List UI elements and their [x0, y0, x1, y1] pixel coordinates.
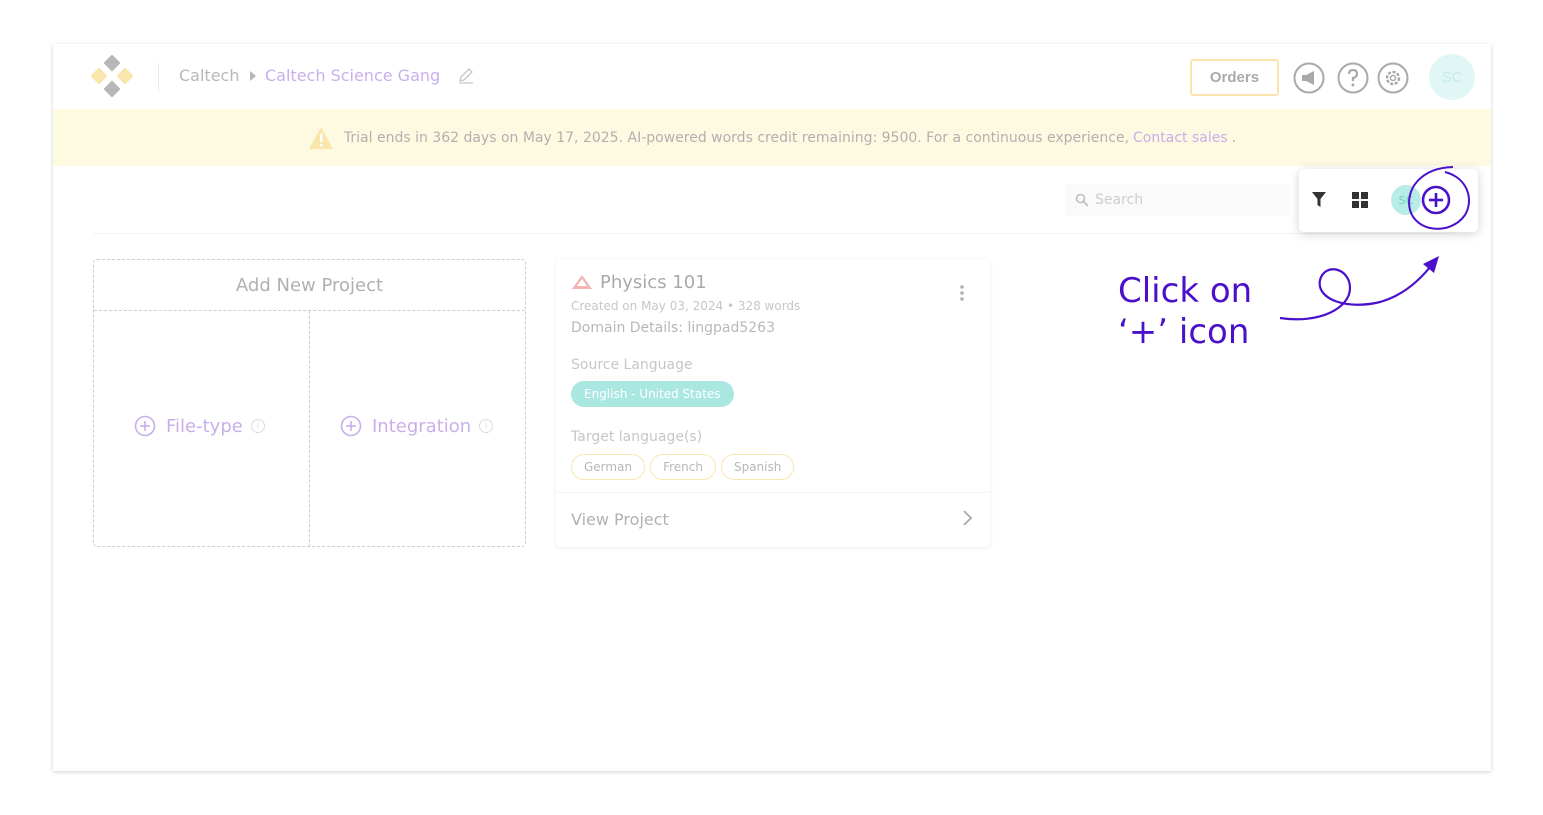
annotation-line-1: Click on	[1118, 271, 1253, 311]
warning-icon	[308, 126, 333, 149]
add-new-project-card: Add New Project File-type i Integration …	[93, 259, 526, 547]
user-avatar[interactable]: SC	[1429, 54, 1475, 100]
breadcrumb-org[interactable]: Caltech	[179, 65, 239, 87]
header-divider	[158, 63, 159, 91]
trial-message-suffix: .	[1231, 129, 1237, 146]
page: Caltech Caltech Science Gang Orders SC T…	[0, 0, 1543, 815]
target-language-list: German French Spanish	[571, 454, 799, 480]
file-type-label: File-type	[166, 415, 243, 437]
grid-view-icon[interactable]	[1352, 192, 1368, 208]
trial-message: Trial ends in 362 days on May 17, 2025. …	[343, 129, 1130, 146]
search-icon	[1075, 193, 1089, 207]
add-project-plus-icon[interactable]	[1420, 184, 1452, 216]
trial-banner: Trial ends in 362 days on May 17, 2025. …	[53, 109, 1491, 166]
target-language-chip: French	[650, 454, 716, 480]
edit-pencil-icon[interactable]	[457, 66, 475, 84]
project-domain: Domain Details: lingpad5263	[571, 320, 775, 336]
search-placeholder: Search	[1095, 192, 1144, 208]
team-avatar[interactable]: SC	[1391, 185, 1421, 215]
annotation-callout: Click on ‘+’ icon	[1118, 271, 1318, 353]
toolbar-divider	[93, 233, 1453, 234]
megaphone-icon[interactable]	[1293, 62, 1325, 94]
info-icon[interactable]: i	[250, 419, 265, 433]
project-title[interactable]: Physics 101	[600, 272, 707, 293]
info-icon[interactable]: i	[479, 419, 494, 433]
integration-label: Integration	[372, 415, 472, 437]
add-file-type-button[interactable]: File-type i	[134, 415, 265, 437]
add-card-divider	[309, 311, 310, 547]
top-header: Caltech Caltech Science Gang Orders SC	[53, 44, 1491, 109]
view-project-row[interactable]: View Project	[556, 492, 990, 547]
orders-button[interactable]: Orders	[1190, 59, 1279, 96]
chevron-right-icon[interactable]	[961, 509, 973, 527]
target-language-chip: Spanish	[720, 454, 795, 480]
annotation-line-2: ‘+’ icon	[1118, 312, 1250, 352]
target-language-chip: German	[571, 454, 646, 480]
filter-icon[interactable]	[1311, 191, 1327, 209]
target-language-label: Target language(s)	[571, 429, 703, 445]
toolbar-popup: SC	[1299, 169, 1478, 232]
add-new-project-title: Add New Project	[94, 260, 525, 311]
source-language-label: Source Language	[571, 357, 693, 373]
project-meta: Created on May 03, 2024 • 328 words	[571, 299, 801, 313]
breadcrumb-team[interactable]: Caltech Science Gang	[265, 65, 440, 87]
add-integration-button[interactable]: Integration i	[340, 415, 494, 437]
search-input[interactable]: Search	[1065, 184, 1290, 216]
source-language-chip: English - United States	[571, 381, 734, 407]
more-options-icon[interactable]	[959, 284, 965, 302]
contact-sales-link[interactable]: Contact sales	[1133, 130, 1228, 146]
help-icon[interactable]	[1337, 62, 1369, 94]
plus-circle-icon	[134, 415, 156, 437]
settings-gear-icon[interactable]	[1377, 62, 1409, 94]
project-card[interactable]: Physics 101 Created on May 03, 2024 • 32…	[556, 259, 990, 547]
project-logo-icon	[572, 275, 592, 289]
view-project-link[interactable]: View Project	[571, 510, 669, 529]
breadcrumb-arrow-icon	[250, 71, 256, 81]
app-window: Caltech Caltech Science Gang Orders SC T…	[53, 44, 1491, 771]
plus-circle-icon	[340, 415, 362, 437]
app-logo-icon[interactable]	[91, 55, 135, 99]
